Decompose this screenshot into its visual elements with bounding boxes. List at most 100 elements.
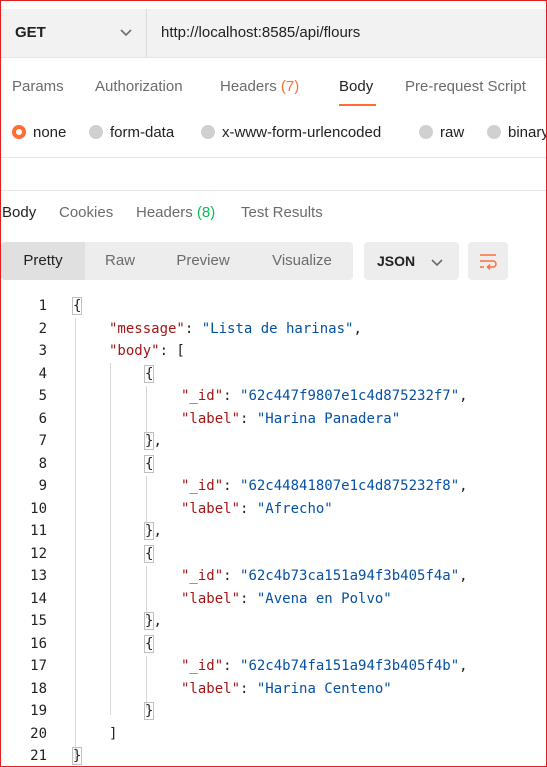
radio-label: form-data <box>110 124 175 141</box>
tab-headers[interactable]: Headers (7) <box>220 78 299 95</box>
json-string: "62c4b74fa151a94f3b405f4b" <box>240 658 460 674</box>
wrap-lines-button[interactable] <box>468 242 508 280</box>
method-select[interactable]: GET <box>1 9 147 57</box>
line-number: 13 <box>30 568 47 584</box>
response-body-viewer[interactable]: 1 2 3 4 5 6 7 8 9 10 11 12 13 14 15 16 1… <box>1 296 546 766</box>
code-line: { <box>143 454 155 473</box>
chevron-down-icon <box>120 29 132 37</box>
line-number: 12 <box>30 545 47 562</box>
line-number: 8 <box>38 455 47 472</box>
json-string: "Afrecho" <box>256 500 333 517</box>
json-string: "62c44841807e1c4d875232f8" <box>240 478 460 494</box>
code-line: "_id": "62c447f9807e1c4d875232f7", <box>181 388 468 404</box>
headers-count-badge: (7) <box>280 78 300 95</box>
tab-pre-request-script[interactable]: Pre-request Script <box>405 78 526 95</box>
code-line: { <box>71 297 83 315</box>
line-number: 1 <box>38 298 47 314</box>
line-number: 21 <box>30 748 47 764</box>
code-line: { <box>143 634 155 653</box>
line-number: 5 <box>38 388 47 404</box>
code-line: "_id": "62c4b73ca151a94f3b405f4a", <box>181 568 468 584</box>
radio-unselected-icon <box>487 125 501 139</box>
code-line: } <box>71 747 83 765</box>
line-number: 19 <box>30 703 47 719</box>
json-key: "label" <box>181 680 241 697</box>
json-key: "label" <box>181 590 241 607</box>
line-number: 3 <box>38 343 47 359</box>
radio-unselected-icon <box>201 125 215 139</box>
tab-params[interactable]: Params <box>12 78 64 95</box>
json-key: "_id" <box>181 658 224 674</box>
code-line: "message": "Lista de harinas", <box>109 320 362 337</box>
line-number: 20 <box>30 725 47 742</box>
json-key: "body" <box>109 343 160 359</box>
active-tab-indicator <box>339 104 376 106</box>
format-label: JSON <box>377 253 416 269</box>
json-string: "Lista de harinas" <box>201 320 354 337</box>
postman-window: GET http://localhost:8585/api/flours Par… <box>0 0 547 767</box>
json-string: "62c447f9807e1c4d875232f7" <box>240 388 460 404</box>
request-tabs: Params Authorization Headers (7) Body Pr… <box>1 61 546 111</box>
indent-guide <box>146 476 147 528</box>
line-number: 7 <box>38 433 47 449</box>
format-select[interactable]: JSON <box>364 242 459 280</box>
code-line: "label": "Harina Centeno" <box>181 680 392 697</box>
json-key: "_id" <box>181 478 224 494</box>
radio-unselected-icon <box>89 125 103 139</box>
indent-guide <box>75 318 76 760</box>
json-string: "62c4b73ca151a94f3b405f4a" <box>240 568 460 584</box>
view-preview-button[interactable]: Preview <box>157 242 249 280</box>
url-bar: GET http://localhost:8585/api/flours <box>1 9 546 58</box>
view-pretty-button[interactable]: Pretty <box>1 242 85 280</box>
json-key: "label" <box>181 500 241 517</box>
response-tab-cookies[interactable]: Cookies <box>59 204 113 221</box>
view-visualize-button[interactable]: Visualize <box>253 242 351 280</box>
code-line: "label": "Avena en Polvo" <box>181 590 392 607</box>
tab-body[interactable]: Body <box>339 78 373 95</box>
json-key: "_id" <box>181 568 224 584</box>
code-line: { <box>143 364 155 383</box>
radio-label: x-www-form-urlencoded <box>222 124 382 141</box>
line-number: 11 <box>30 523 47 539</box>
line-number: 6 <box>38 410 47 427</box>
response-tab-test-results[interactable]: Test Results <box>241 204 323 221</box>
response-tab-headers-label: Headers <box>136 204 193 221</box>
line-number: 10 <box>30 500 47 517</box>
response-headers-count-badge: (8) <box>196 204 216 221</box>
tab-authorization[interactable]: Authorization <box>95 78 183 95</box>
indent-guide <box>146 566 147 618</box>
code-line: "body": [ <box>109 343 185 359</box>
indent-guide <box>146 386 147 438</box>
indent-guide <box>146 656 147 708</box>
json-string: "Harina Panadera" <box>256 410 401 427</box>
response-tab-headers[interactable]: Headers (8) <box>136 204 215 221</box>
line-number: 9 <box>38 478 47 494</box>
chevron-down-icon <box>431 259 443 267</box>
code-line: "_id": "62c44841807e1c4d875232f8", <box>181 478 468 494</box>
tab-headers-label: Headers <box>220 78 277 95</box>
line-number: 17 <box>30 658 47 674</box>
json-key: "label" <box>181 410 241 427</box>
json-string: "Avena en Polvo" <box>256 590 392 607</box>
view-raw-button[interactable]: Raw <box>85 242 155 280</box>
response-tabs: Body Cookies Headers (8) Test Results <box>1 193 546 233</box>
method-label: GET <box>15 24 46 41</box>
code-line: "_id": "62c4b74fa151a94f3b405f4b", <box>181 658 468 674</box>
code-line: } <box>143 702 155 720</box>
wrap-lines-icon <box>480 254 497 271</box>
line-number: 15 <box>30 613 47 629</box>
code-line: }, <box>143 612 162 630</box>
url-input[interactable]: http://localhost:8585/api/flours <box>161 24 360 41</box>
code-line: ] <box>109 725 118 742</box>
indent-guide <box>110 363 111 715</box>
radio-label: raw <box>440 124 465 141</box>
radio-label: none <box>33 124 67 141</box>
json-key: "message" <box>109 320 185 337</box>
view-mode-toggle: Pretty Raw Preview Visualize <box>1 242 353 280</box>
line-number: 16 <box>30 635 47 652</box>
radio-unselected-icon <box>419 125 433 139</box>
json-key: "_id" <box>181 388 224 404</box>
code-line: { <box>143 544 155 563</box>
response-tab-body[interactable]: Body <box>2 204 36 221</box>
divider <box>1 190 546 191</box>
